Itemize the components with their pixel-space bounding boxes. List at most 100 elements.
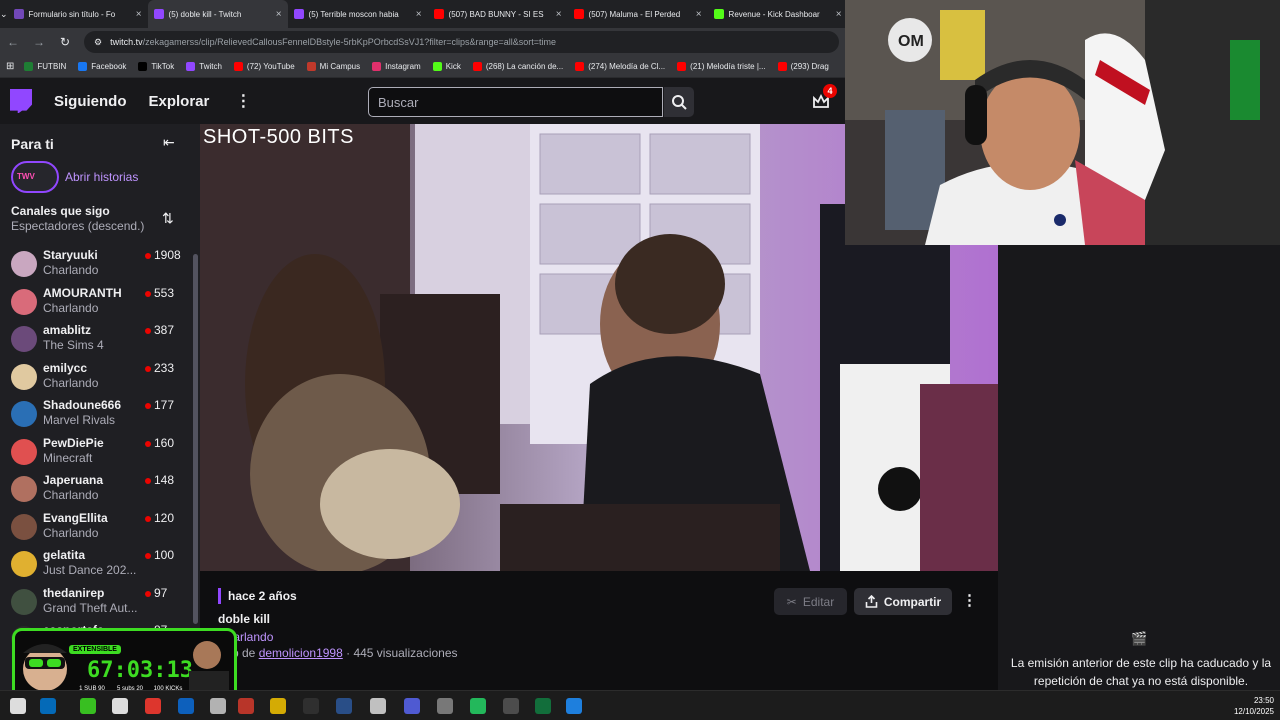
edit-button[interactable]: ✂ Editar — [774, 588, 847, 615]
close-tab-icon[interactable]: × — [276, 9, 282, 20]
forward-arrow-icon[interactable]: → — [32, 35, 46, 49]
nav-following-link[interactable]: Siguiendo — [54, 93, 127, 110]
sort-toggle-icon[interactable]: ⇅ — [162, 210, 174, 227]
address-bar[interactable]: ⚙ twitch.tv/zekagamerss/clip/RelievedCal… — [84, 31, 839, 53]
bookmark-label: (293) Drag — [790, 62, 829, 71]
live-dot-icon — [145, 553, 151, 559]
outlook-icon[interactable] — [178, 698, 194, 714]
site-info-icon[interactable]: ⚙ — [94, 37, 102, 48]
tab-search-chevron-icon[interactable]: ⌄ — [0, 0, 8, 28]
reload-icon[interactable]: ↻ — [58, 35, 72, 49]
bookmark[interactable]: (268) La canción de... — [472, 62, 563, 71]
browser-tab[interactable]: Formulario sin título - Fo × — [8, 0, 148, 28]
browser-tab[interactable]: Revenue - Kick Dashboar × — [708, 0, 848, 28]
paint-icon[interactable] — [566, 698, 582, 714]
more-options-icon[interactable]: ⋮ — [962, 591, 977, 609]
tab-favicon-icon — [433, 9, 444, 19]
channel-category: Charlando — [43, 375, 99, 390]
close-tab-icon[interactable]: × — [416, 9, 422, 20]
bookmark-favicon-icon — [432, 62, 442, 71]
followed-channel[interactable]: PewDiePie Minecraft 160 — [0, 434, 190, 471]
obs-icon[interactable] — [303, 698, 319, 714]
start-icon[interactable] — [10, 698, 26, 714]
notification-count-badge: 4 — [823, 84, 837, 98]
more-menu-icon[interactable]: ⋮ — [235, 91, 251, 111]
followed-channel[interactable]: Japeruana Charlando 148 — [0, 471, 190, 508]
nav-explore-link[interactable]: Explorar — [149, 93, 210, 110]
task-view-icon[interactable] — [112, 698, 128, 714]
tab-label: Revenue - Kick Dashboar — [728, 9, 820, 19]
system-clock[interactable]: 23:50 12/10/2025 — [1228, 695, 1274, 717]
bookmark[interactable]: Twitch — [186, 62, 222, 71]
bookmark[interactable]: FUTBIN — [24, 62, 66, 71]
twitch-logo-icon[interactable] — [10, 89, 32, 113]
collapse-sidebar-icon[interactable]: ⇤ — [163, 134, 175, 151]
bookmark-favicon-icon — [677, 62, 687, 71]
sidebar: Para ti ⇤ TWV Abrir historias Canales qu… — [0, 124, 200, 690]
bookmark[interactable]: (274) Melodía de Cl... — [575, 62, 665, 71]
bookmark[interactable]: Facebook — [78, 62, 126, 71]
bookmark-label: FUTBIN — [37, 62, 67, 71]
followed-channel[interactable]: thedanirep Grand Theft Aut... 97 — [0, 584, 190, 621]
followed-channel[interactable]: amablitz The Sims 4 387 — [0, 321, 190, 358]
browser-tab[interactable]: (5) doble kill - Twitch × — [147, 0, 288, 28]
bookmark[interactable]: (293) Drag — [777, 62, 829, 71]
live-dot-icon — [145, 440, 151, 447]
close-tab-icon[interactable]: × — [696, 9, 702, 20]
followed-channel[interactable]: EvangEllita Charlando 120 — [0, 509, 190, 546]
browser-tab[interactable]: (507) Maluma - El Perded × — [568, 0, 708, 28]
apps-grid-icon[interactable]: ⊞ — [6, 61, 14, 72]
search-taskbar-icon[interactable] — [40, 698, 56, 714]
close-tab-icon[interactable]: × — [556, 9, 562, 20]
viewer-count: 97 — [154, 585, 168, 600]
share-button[interactable]: Compartir — [854, 588, 952, 615]
followed-channel[interactable]: Staryuuki Charlando 1908 — [0, 246, 190, 283]
open-stories-link[interactable]: Abrir historias — [65, 170, 138, 184]
viewer-count: 160 — [154, 435, 175, 450]
followed-channel[interactable]: Shadoune666 Marvel Rivals 177 — [0, 396, 190, 433]
sidebar-scrollbar[interactable] — [193, 254, 198, 624]
widgets-icon[interactable] — [80, 698, 96, 714]
tab-favicon-icon — [713, 9, 724, 19]
followed-channel[interactable]: AMOURANTH Charlando 553 — [0, 284, 190, 321]
clip-author-link[interactable]: demolicion1998 — [259, 646, 343, 660]
followed-channel[interactable]: gelatita Just Dance 202... 100 — [0, 546, 190, 583]
bookmark[interactable]: TikTok — [138, 62, 174, 71]
browser-tab[interactable]: (5) Terrible moscon habia × — [288, 0, 428, 28]
browser-tab[interactable]: (507) BAD BUNNY - SI ES × — [428, 0, 568, 28]
tab-label: (5) Terrible moscon habia — [308, 9, 399, 19]
anydesk-icon[interactable] — [238, 698, 254, 714]
search-button[interactable] — [664, 87, 694, 117]
viewer-count: 553 — [154, 285, 175, 300]
followed-channel[interactable]: emilycc Charlando 233 — [0, 359, 190, 396]
channel-avatar — [11, 588, 37, 615]
bookmark-favicon-icon — [233, 62, 243, 71]
word-icon[interactable] — [336, 698, 352, 714]
bookmark[interactable]: Instagram — [372, 62, 421, 71]
close-tab-icon[interactable]: × — [136, 9, 142, 20]
bookmark[interactable]: (21) Melodía triste |... — [677, 62, 766, 71]
app-icon[interactable] — [145, 698, 161, 714]
edit-label: Editar — [802, 594, 835, 609]
bookmark[interactable]: Mi Campus — [306, 62, 360, 71]
bookmark[interactable]: (72) YouTube — [233, 62, 295, 71]
copilot-icon[interactable] — [210, 698, 226, 714]
whatsapp-icon[interactable] — [470, 698, 486, 714]
live-dot-icon — [145, 328, 151, 334]
steam-icon[interactable] — [437, 698, 453, 714]
close-tab-icon[interactable]: × — [836, 9, 842, 20]
channel-avatar — [11, 363, 37, 390]
discord-icon[interactable] — [404, 698, 420, 714]
back-arrow-icon[interactable]: ← — [6, 35, 20, 49]
file-explorer-icon[interactable] — [270, 698, 286, 714]
calculator-icon[interactable] — [503, 698, 519, 714]
bookmark[interactable]: Kick — [432, 62, 461, 71]
excel-icon[interactable] — [535, 698, 551, 714]
search-input[interactable]: Buscar — [368, 87, 663, 117]
stories-avatar[interactable]: TWV — [11, 161, 59, 193]
url-host: twitch.tv — [110, 37, 143, 47]
app-icon[interactable] — [370, 698, 386, 714]
bookmark-label: TikTok — [151, 62, 175, 71]
url-path: /zekagamerss/clip/RelievedCallousFennelD… — [142, 37, 557, 47]
stream-overlay-text: SHOT-500 BITS — [203, 126, 354, 148]
